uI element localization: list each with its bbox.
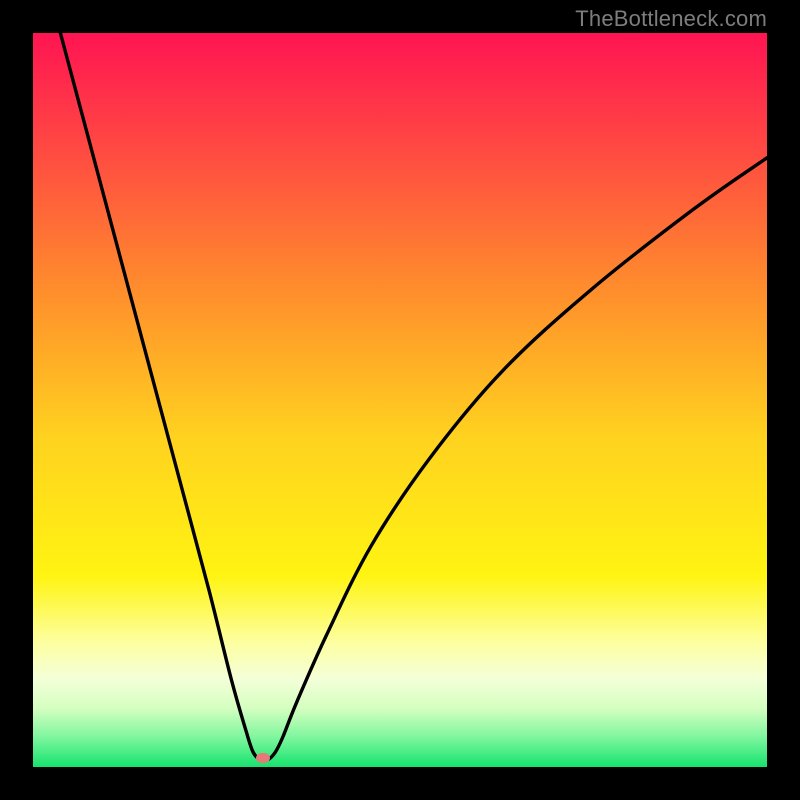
watermark-text: TheBottleneck.com bbox=[575, 6, 767, 32]
chart-frame: TheBottleneck.com bbox=[0, 0, 800, 800]
plot-area bbox=[33, 33, 767, 767]
bottleneck-curve bbox=[33, 33, 767, 767]
